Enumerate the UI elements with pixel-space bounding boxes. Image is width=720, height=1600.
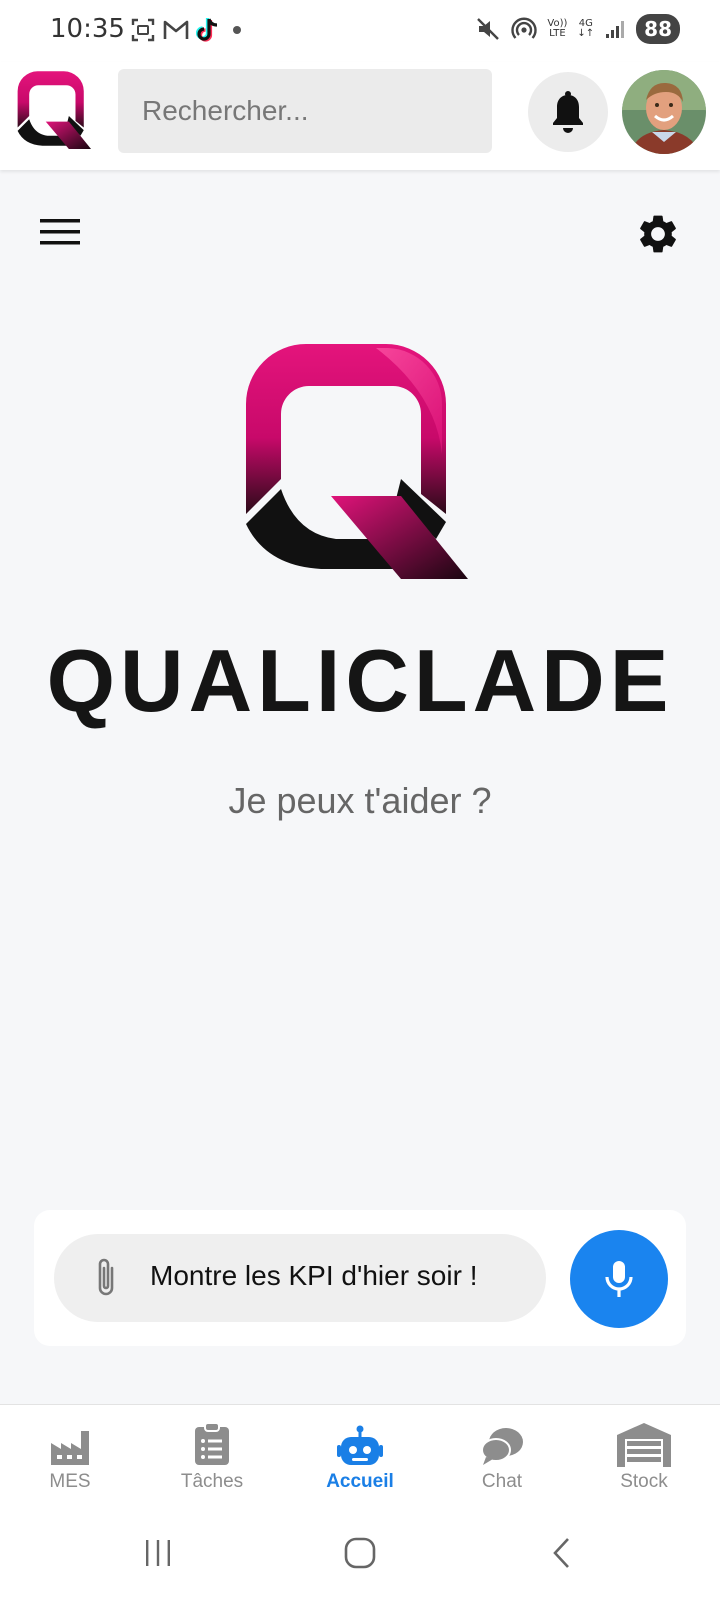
back-button[interactable]	[532, 1528, 592, 1578]
notification-dot-icon	[233, 26, 241, 34]
nav-item-accueil[interactable]: Accueil	[300, 1411, 420, 1501]
status-time: 10:35	[50, 14, 125, 44]
hamburger-menu-icon	[40, 219, 80, 245]
assistant-prompt: Je peux t'aider ?	[228, 780, 492, 821]
voice-input-button[interactable]	[570, 1230, 668, 1328]
hotspot-icon	[511, 17, 538, 39]
brand-name: QUALICLADE	[46, 631, 674, 730]
paperclip-icon[interactable]	[86, 1254, 126, 1302]
nav-item-stock[interactable]: Stock	[584, 1411, 704, 1501]
chat-input-field[interactable]: Montre les KPI d'hier soir !	[54, 1234, 546, 1322]
home-icon	[344, 1537, 376, 1569]
bell-icon	[553, 91, 583, 133]
recent-apps-icon	[146, 1540, 170, 1566]
system-navigation-bar	[0, 1508, 720, 1600]
warehouse-icon	[617, 1423, 671, 1467]
status-notification-icons	[130, 16, 244, 44]
battery-indicator: 88	[636, 14, 680, 44]
settings-button[interactable]	[632, 208, 684, 260]
robot-icon	[337, 1425, 383, 1465]
user-avatar[interactable]	[622, 70, 706, 154]
search-input[interactable]	[118, 69, 492, 153]
gear-icon	[640, 215, 676, 253]
screenshot-icon	[131, 18, 155, 42]
bottom-navigation: MES Tâches Accueil Chat Stock	[0, 1404, 720, 1509]
chat-input-card: Montre les KPI d'hier soir !	[34, 1210, 686, 1346]
nav-item-taches[interactable]: Tâches	[152, 1411, 272, 1501]
gmail-icon	[163, 20, 189, 39]
nav-item-chat[interactable]: Chat	[442, 1411, 562, 1501]
avatar-photo	[622, 70, 706, 154]
data-arrows-icon: ↓↑	[577, 28, 595, 39]
search-box[interactable]	[118, 69, 492, 153]
chat-input-text[interactable]: Montre les KPI d'hier soir !	[150, 1260, 477, 1292]
clipboard-list-icon	[195, 1422, 229, 1465]
network-type-indicator: 4G ↓↑	[577, 18, 595, 39]
notifications-button[interactable]	[528, 72, 608, 152]
signal-icon	[606, 21, 625, 38]
status-bar: 10:35 Vo)) LTE 4G ↓↑ 88	[0, 0, 720, 62]
menu-button[interactable]	[36, 210, 84, 254]
factory-icon	[51, 1431, 89, 1465]
microphone-icon	[605, 1261, 633, 1297]
mute-icon	[477, 18, 500, 40]
app-header	[0, 62, 720, 170]
chat-bubble-icon	[481, 1428, 523, 1465]
volte-indicator: Vo)) LTE	[547, 18, 568, 39]
home-button[interactable]	[330, 1528, 390, 1578]
nav-item-mes[interactable]: MES	[10, 1411, 130, 1501]
tiktok-icon	[196, 18, 218, 42]
status-system-icons: Vo)) LTE 4G ↓↑ 88	[475, 14, 680, 44]
app-logo[interactable]	[14, 68, 94, 152]
recent-apps-button[interactable]	[128, 1528, 188, 1578]
qualiclade-logo	[246, 344, 468, 579]
back-icon	[553, 1538, 569, 1568]
